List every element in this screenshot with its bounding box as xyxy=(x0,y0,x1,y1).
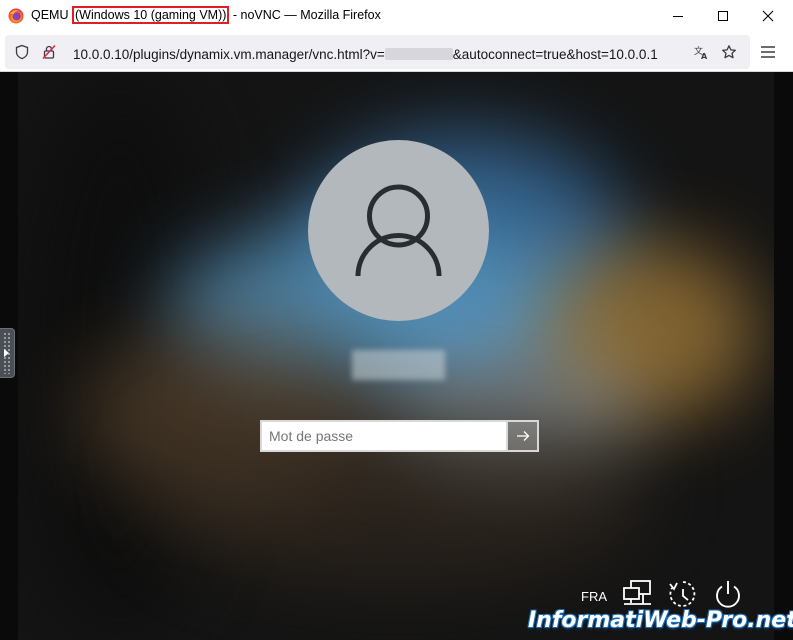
ease-of-access-icon[interactable] xyxy=(667,578,699,610)
vm-name-highlight: (Windows 10 (gaming VM)) xyxy=(71,6,230,24)
password-input[interactable] xyxy=(262,422,506,450)
maximize-button[interactable] xyxy=(700,0,746,32)
insecure-lock-icon[interactable] xyxy=(41,44,57,60)
user-icon xyxy=(355,184,442,277)
close-icon xyxy=(762,10,774,22)
window-title-suffix: - noVNC — Mozilla Firefox xyxy=(229,8,381,22)
minimize-icon xyxy=(673,16,683,17)
arrow-right-icon xyxy=(516,431,529,441)
navigation-toolbar: 10.0.0.10/plugins/dynamix.vm.manager/vnc… xyxy=(0,32,793,72)
novnc-control-bar-handle[interactable] xyxy=(0,328,15,378)
shield-icon[interactable] xyxy=(14,44,30,60)
svg-text:A: A xyxy=(701,52,708,60)
firefox-logo-icon xyxy=(8,8,24,24)
site-watermark: InformatiWeb-Pro.net xyxy=(528,608,793,633)
bookmark-star-icon[interactable] xyxy=(721,44,737,60)
redacted-url-part xyxy=(384,48,453,60)
submit-password-button[interactable] xyxy=(508,420,539,452)
window-title: QEMU (Windows 10 (gaming VM)) - noVNC — … xyxy=(31,6,381,24)
password-field[interactable] xyxy=(260,420,508,452)
power-icon[interactable] xyxy=(712,578,744,610)
minimize-button[interactable] xyxy=(655,0,701,32)
url-bar[interactable]: 10.0.0.10/plugins/dynamix.vm.manager/vnc… xyxy=(5,35,750,69)
vnc-viewport[interactable]: FRA xyxy=(0,72,793,640)
url-start: 10.0.0.10/plugins/dynamix.vm.manager/vnc… xyxy=(73,47,385,62)
close-button[interactable] xyxy=(745,0,791,32)
expand-arrow-icon xyxy=(4,349,9,357)
network-icon[interactable] xyxy=(621,578,653,610)
blurred-username xyxy=(352,350,445,380)
windows-lock-screen[interactable]: FRA xyxy=(18,72,774,640)
language-indicator[interactable]: FRA xyxy=(581,589,607,604)
url-end: &autoconnect=true&host=10.0.0.1 xyxy=(452,47,658,62)
window-title-bar[interactable]: QEMU (Windows 10 (gaming VM)) - noVNC — … xyxy=(0,0,793,32)
user-avatar xyxy=(308,140,489,321)
maximize-icon xyxy=(718,11,728,21)
translate-icon[interactable]: 文 A xyxy=(693,44,709,60)
window-title-prefix: QEMU xyxy=(31,8,72,22)
hamburger-menu-icon[interactable] xyxy=(758,42,778,62)
url-text[interactable]: 10.0.0.10/plugins/dynamix.vm.manager/vnc… xyxy=(73,47,658,62)
